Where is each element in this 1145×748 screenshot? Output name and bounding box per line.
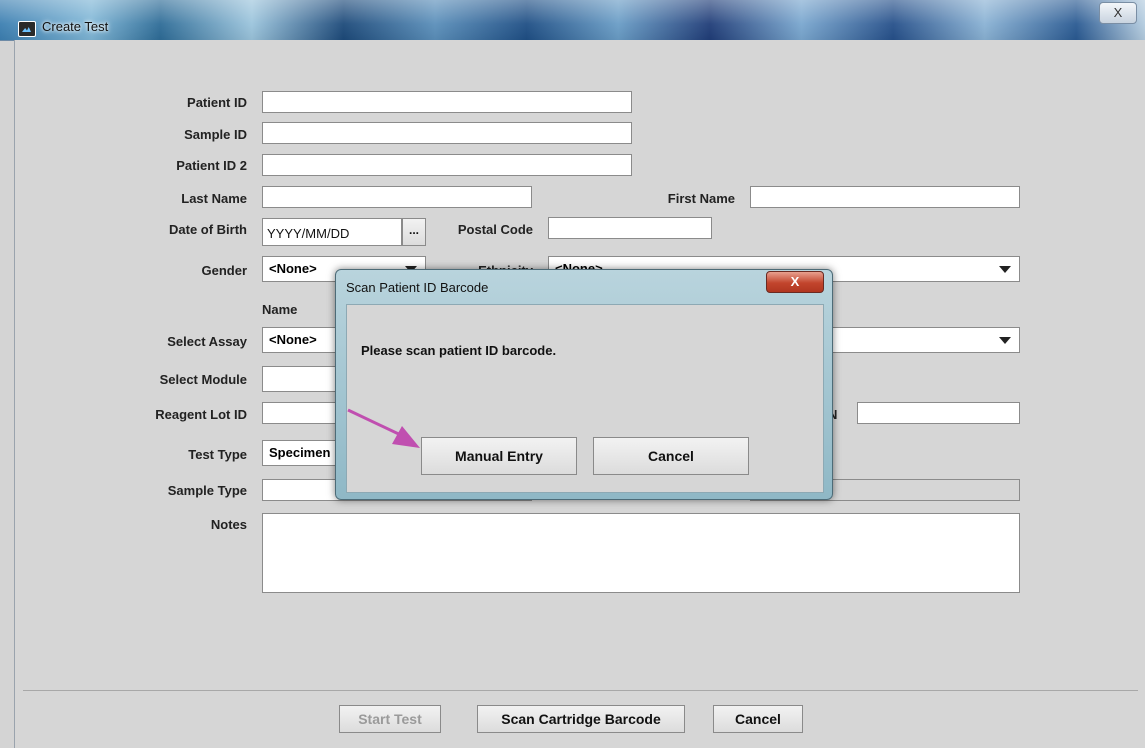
name-header: Name [262, 302, 298, 317]
chevron-down-icon [999, 266, 1011, 273]
select-assay-value: <None> [269, 332, 317, 347]
last-name-field[interactable] [262, 186, 532, 208]
last-name-label: Last Name [181, 191, 247, 206]
dialog-body: Please scan patient ID barcode. Manual E… [346, 304, 824, 493]
dialog-close-button[interactable]: X [766, 271, 824, 293]
footer-cancel-button[interactable]: Cancel [713, 705, 803, 733]
patient-id-field[interactable] [262, 91, 632, 113]
select-module-label: Select Module [159, 372, 247, 387]
manual-entry-button[interactable]: Manual Entry [421, 437, 577, 475]
postal-code-field[interactable] [548, 217, 712, 239]
app-icon [18, 21, 36, 37]
select-assay-label: Select Assay [167, 334, 247, 349]
button-bar: Start Test Scan Cartridge Barcode Cancel [23, 690, 1138, 747]
dialog-title: Scan Patient ID Barcode [346, 280, 489, 295]
date-of-birth-label: Date of Birth [169, 222, 247, 237]
window-title: Create Test [42, 19, 109, 34]
notes-label: Notes [210, 517, 247, 532]
patient-id-2-label: Patient ID 2 [176, 158, 247, 173]
test-type-value: Specimen [269, 445, 331, 460]
window-close-button[interactable]: X [1099, 2, 1137, 24]
sample-type-label: Sample Type [167, 483, 247, 498]
gender-value: <None> [269, 261, 317, 276]
first-name-field[interactable] [750, 186, 1020, 208]
window-title-bar: Create Test X [0, 0, 1145, 41]
reagent-lot-id-label: Reagent Lot ID [155, 407, 247, 422]
serial-number-field[interactable] [857, 402, 1020, 424]
gender-label: Gender [201, 263, 247, 278]
chevron-down-icon [999, 337, 1011, 344]
patient-id-label: Patient ID [187, 95, 247, 110]
scan-patient-id-dialog: Scan Patient ID Barcode X Please scan pa… [335, 269, 833, 500]
test-type-label: Test Type [188, 447, 247, 462]
notes-textarea[interactable] [262, 513, 1020, 593]
sample-id-label: Sample ID [184, 127, 247, 142]
sample-id-field[interactable] [262, 122, 632, 144]
patient-id-2-field[interactable] [262, 154, 632, 176]
dialog-cancel-button[interactable]: Cancel [593, 437, 749, 475]
first-name-label: First Name [667, 191, 735, 206]
date-of-birth-field[interactable]: YYYY/MM/DD [262, 218, 402, 246]
postal-code-label: Postal Code [457, 222, 533, 237]
dialog-message: Please scan patient ID barcode. [361, 343, 557, 358]
start-test-button[interactable]: Start Test [339, 705, 441, 733]
scan-cartridge-barcode-button[interactable]: Scan Cartridge Barcode [477, 705, 685, 733]
